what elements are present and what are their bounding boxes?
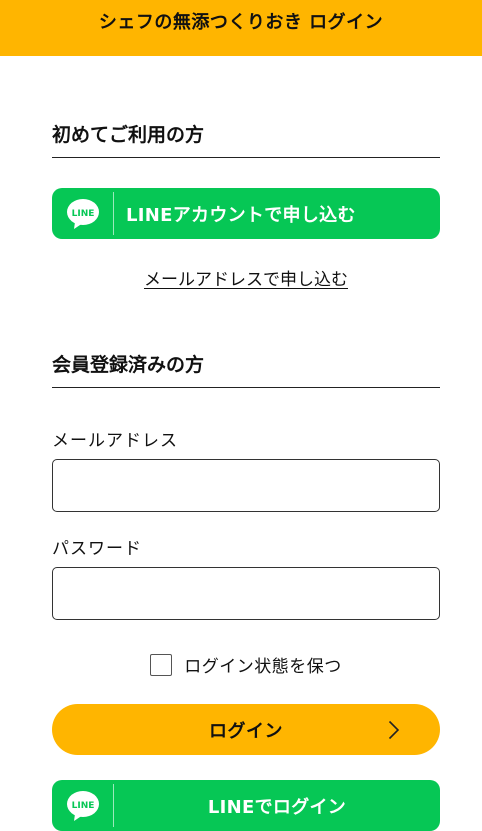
line-login-button[interactable]: LINE LINEでログイン	[52, 780, 440, 831]
main-content: 初めてご利用の方 LINE LINEアカウントで申し込む メールアドレスで申し込…	[0, 120, 482, 831]
remember-login-checkbox[interactable]	[150, 653, 173, 676]
email-label: メールアドレス	[52, 431, 178, 451]
member-section-title: 会員登録済みの方	[52, 350, 440, 388]
line-signup-label: LINEアカウントで申し込む	[126, 204, 356, 226]
chevron-right-icon	[388, 720, 400, 740]
password-field[interactable]	[52, 567, 440, 620]
line-logo-text: LINE	[72, 209, 95, 219]
line-login-label: LINEでログイン	[207, 796, 347, 818]
line-logo-icon: LINE	[52, 780, 114, 831]
login-button-label: ログイン	[209, 720, 283, 742]
new-user-section-title: 初めてご利用の方	[52, 120, 440, 158]
email-field[interactable]	[52, 459, 440, 512]
page-title: シェフの無添つくりおき ログイン	[98, 12, 384, 33]
login-button[interactable]: ログイン	[52, 704, 440, 755]
password-label: パスワード	[52, 539, 142, 559]
line-logo-text: LINE	[72, 801, 95, 811]
email-signup-link[interactable]: メールアドレスで申し込む	[52, 265, 440, 290]
remember-login-label: ログイン状態を保つ	[184, 657, 342, 677]
remember-login-row: ログイン状態を保つ	[52, 652, 440, 677]
line-logo-icon: LINE	[52, 188, 114, 239]
app-header: シェフの無添つくりおき ログイン	[0, 0, 482, 56]
line-signup-button[interactable]: LINE LINEアカウントで申し込む	[52, 188, 440, 239]
